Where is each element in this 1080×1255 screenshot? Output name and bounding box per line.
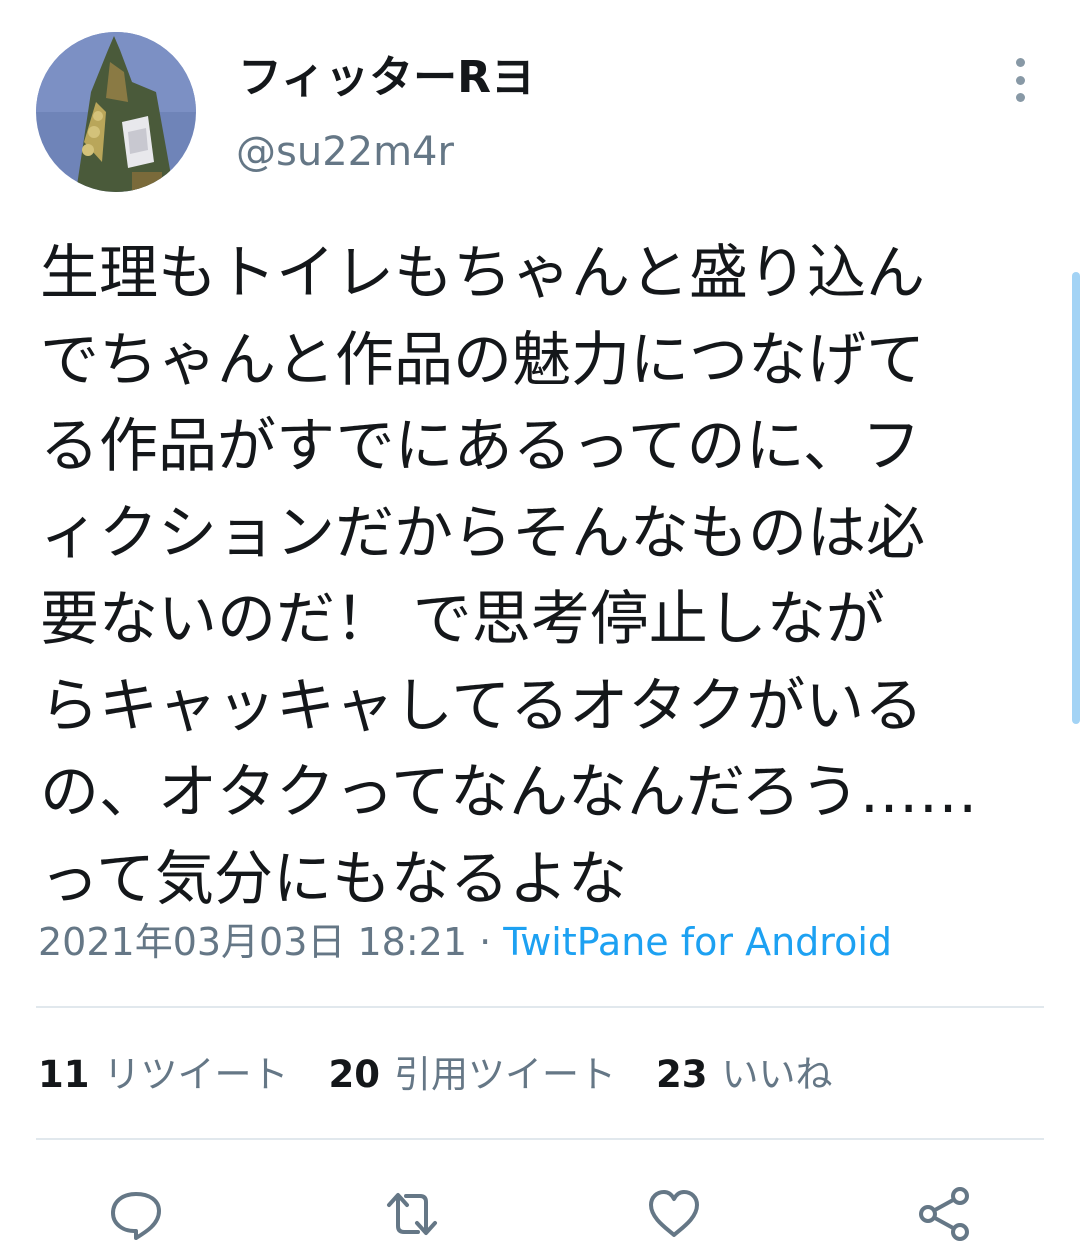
user-handle[interactable]: @su22m4r	[236, 128, 454, 176]
share-icon	[919, 1187, 969, 1241]
timestamp: 2021年03月03日 18:21	[38, 920, 468, 964]
quotes-stat[interactable]: 20 引用ツイート	[329, 1050, 617, 1100]
reply-button[interactable]	[108, 1186, 164, 1242]
more-options-button[interactable]	[998, 52, 1042, 108]
retweet-button[interactable]	[384, 1186, 440, 1242]
display-name[interactable]: フィッターRヨ	[238, 52, 535, 104]
retweet-icon	[387, 1193, 437, 1235]
retweets-count: 11	[38, 1053, 90, 1096]
like-button[interactable]	[646, 1186, 702, 1242]
divider	[36, 1006, 1044, 1008]
tweet-text: 生理もトイレもちゃんと盛り込ん でちゃんと作品の魅力につなげて る作品がすでにあ…	[40, 238, 978, 913]
likes-label: いいね	[721, 1053, 833, 1096]
likes-count: 23	[656, 1053, 708, 1096]
more-vertical-icon	[1015, 58, 1025, 67]
quotes-label: 引用ツイート	[394, 1053, 616, 1096]
source-link[interactable]: TwitPane for Android	[503, 920, 892, 964]
quotes-count: 20	[328, 1053, 381, 1096]
share-button[interactable]	[916, 1186, 972, 1242]
avatar[interactable]	[36, 32, 196, 192]
heart-icon	[649, 1190, 699, 1237]
reply-icon	[111, 1192, 161, 1240]
engagement-stats: 11 リツイート 20 引用ツイート 23 いいね	[38, 1050, 873, 1100]
retweets-stat[interactable]: 11 リツイート	[38, 1050, 289, 1100]
robot-avatar-icon	[36, 32, 196, 192]
divider	[36, 1138, 1044, 1140]
meta-separator: ·	[467, 920, 504, 964]
scrollbar[interactable]	[1072, 272, 1080, 724]
likes-stat[interactable]: 23 いいね	[656, 1050, 833, 1100]
tweet-meta: 2021年03月03日 18:21 · TwitPane for Android	[38, 918, 892, 966]
retweets-label: リツイート	[103, 1053, 289, 1096]
